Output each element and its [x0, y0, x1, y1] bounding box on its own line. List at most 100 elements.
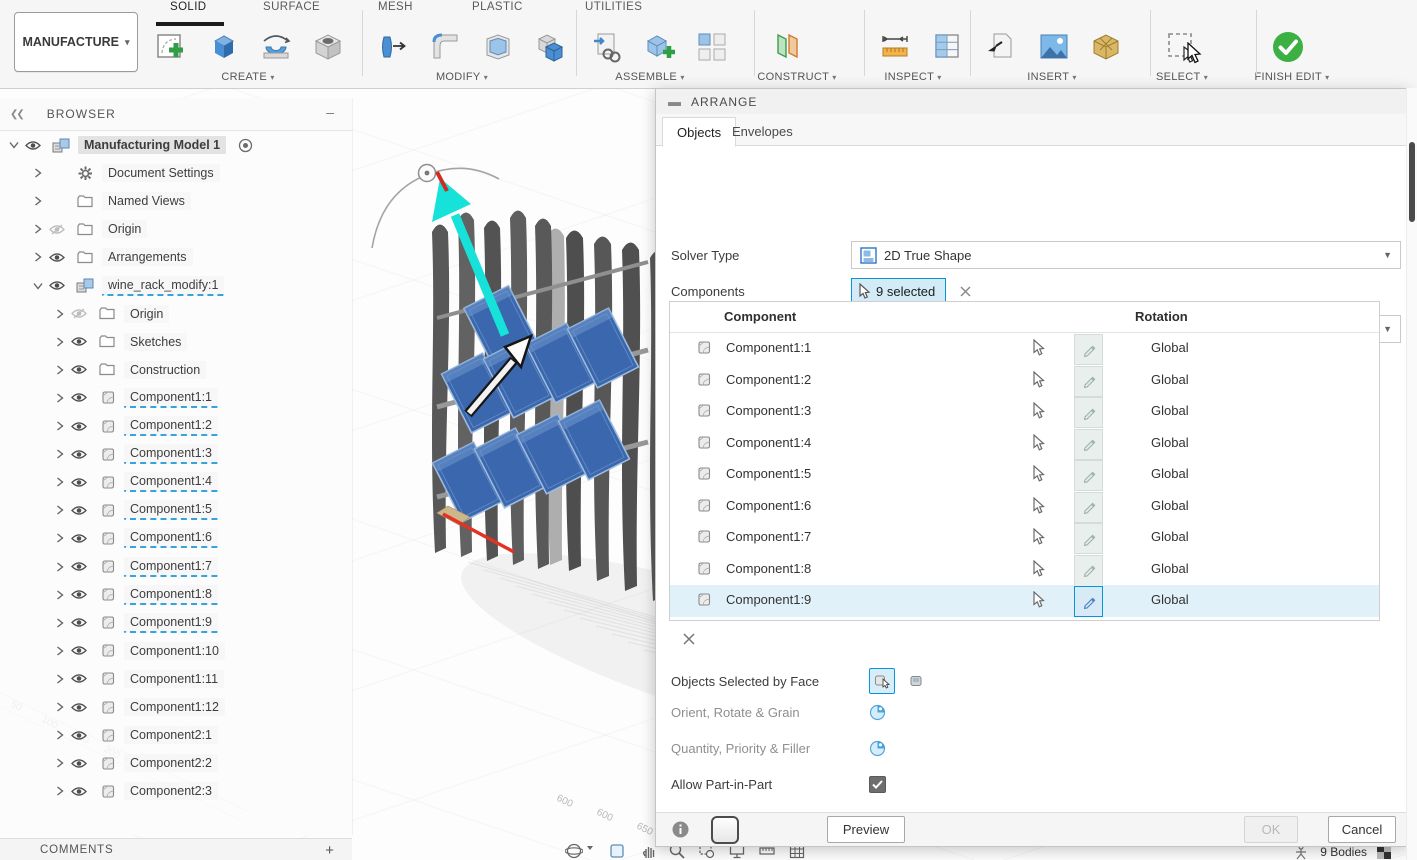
visibility-eye-icon[interactable]	[68, 417, 90, 435]
chevron-right-icon[interactable]	[52, 421, 68, 431]
ribbon-tab-mesh[interactable]: MESH	[378, 1, 413, 19]
edit-rotation-button[interactable]	[1074, 586, 1103, 617]
activate-radio-icon[interactable]	[234, 136, 256, 154]
edit-rotation-button[interactable]	[1074, 428, 1103, 460]
table-row-component1-5[interactable]: Component1:5 Global	[670, 459, 1379, 491]
preview-button[interactable]: Preview	[827, 816, 905, 843]
edit-rotation-button[interactable]	[1074, 397, 1103, 428]
ribbon-tab-solid[interactable]: SOLID	[170, 1, 207, 19]
tree-label[interactable]: Component1:2	[124, 416, 219, 436]
construct-tool-icon[interactable]	[766, 26, 806, 68]
shell-tool-icon[interactable]	[478, 26, 518, 68]
tree-row-origin[interactable]: Origin	[30, 216, 148, 242]
tree-label[interactable]: Component1:12	[124, 698, 225, 716]
tree-row-component1-11[interactable]: Component1:11	[52, 666, 225, 692]
visibility-eye-icon[interactable]	[68, 389, 90, 407]
tree-row-component1-8[interactable]: Component1:8	[52, 582, 219, 608]
visibility-eye-icon[interactable]	[46, 277, 68, 295]
snapshot-button[interactable]	[711, 815, 739, 844]
visibility-eye-icon[interactable]	[68, 333, 90, 351]
orient-sphere-icon[interactable]	[869, 704, 886, 721]
measure-tool-icon[interactable]	[876, 26, 916, 68]
workspace-selector[interactable]: MANUFACTURE ▾	[14, 12, 138, 72]
tree-label[interactable]: Component1:3	[124, 444, 219, 465]
chevron-right-icon[interactable]	[52, 449, 68, 459]
cursor-icon[interactable]	[1032, 496, 1046, 519]
meshins-tool-icon[interactable]	[1086, 26, 1126, 68]
tree-row-component1-1[interactable]: Component1:1	[52, 385, 219, 411]
fillet-tool-icon[interactable]	[426, 26, 466, 68]
table-row-component1-9[interactable]: Component1:9 Global	[670, 585, 1379, 617]
tree-label[interactable]: Component2:3	[124, 782, 219, 801]
tree-label[interactable]: wine_rack_modify:1	[102, 275, 225, 296]
tree-row-component1-2[interactable]: Component1:2	[52, 413, 219, 439]
joint-tool-icon[interactable]	[588, 26, 628, 68]
tree-row-component2-2[interactable]: Component2:2	[52, 750, 219, 776]
visibility-eye-icon[interactable]	[22, 136, 44, 154]
table-row-component1-1[interactable]: Component1:1 Global	[670, 333, 1379, 365]
tree-row-manufacturing-model-1[interactable]: Manufacturing Model 1	[6, 132, 262, 158]
chevron-right-icon[interactable]	[52, 786, 68, 796]
visibility-eye-icon[interactable]	[68, 614, 90, 632]
finish-tool-icon[interactable]	[1268, 26, 1308, 68]
tree-row-origin[interactable]: Origin	[52, 301, 170, 327]
tree-row-construction[interactable]: Construction	[52, 357, 207, 383]
chevron-right-icon[interactable]	[52, 674, 68, 684]
tree-label[interactable]: Origin	[124, 304, 170, 323]
visibility-eye-icon[interactable]	[68, 726, 90, 744]
tree-label[interactable]: Document Settings	[102, 164, 220, 183]
cursor-icon[interactable]	[1032, 527, 1046, 550]
chevron-right-icon[interactable]	[30, 252, 46, 262]
chevron-right-icon[interactable]	[52, 758, 68, 768]
tree-label[interactable]: Component1:5	[124, 500, 219, 521]
chevron-right-icon[interactable]	[52, 365, 68, 375]
tree-label[interactable]: Component1:7	[124, 556, 219, 577]
chevron-right-icon[interactable]	[52, 590, 68, 600]
chevron-right-icon[interactable]	[52, 309, 68, 319]
chevron-right-icon[interactable]	[30, 224, 46, 234]
edit-rotation-button[interactable]	[1074, 334, 1103, 365]
dialog-header[interactable]: ▬ ARRANGE	[656, 89, 1408, 115]
tree-label[interactable]: Component1:11	[124, 669, 225, 688]
tree-row-component1-6[interactable]: Component1:6	[52, 525, 219, 551]
tree-label[interactable]: Manufacturing Model 1	[78, 136, 227, 154]
section-tool-icon[interactable]	[928, 26, 968, 68]
tree-label[interactable]: Component1:9	[124, 612, 219, 633]
group-label-finish-edit[interactable]: FINISH EDIT ▾	[1255, 71, 1330, 83]
scrollbar-thumb[interactable]	[1409, 142, 1415, 222]
cursor-icon[interactable]	[1032, 433, 1046, 456]
visibility-eye-off-icon[interactable]	[68, 305, 90, 323]
tree-row-component1-12[interactable]: Component1:12	[52, 694, 225, 720]
table-row-component1-2[interactable]: Component1:2 Global	[670, 365, 1379, 397]
canvas-tool-icon[interactable]	[1034, 26, 1074, 68]
chevron-right-icon[interactable]	[52, 702, 68, 712]
cursor-icon[interactable]	[1032, 590, 1046, 613]
cancel-button[interactable]: Cancel	[1328, 816, 1396, 843]
ribbon-tab-surface[interactable]: SURFACE	[263, 1, 320, 19]
presspull-tool-icon[interactable]	[374, 26, 414, 68]
table-row-component1-4[interactable]: Component1:4 Global	[670, 428, 1379, 460]
cursor-icon[interactable]	[1032, 464, 1046, 487]
group-label-modify[interactable]: MODIFY ▾	[436, 71, 488, 83]
vertical-scrollbar[interactable]	[1406, 88, 1417, 860]
tree-label[interactable]: Component1:4	[124, 472, 219, 493]
tree-row-component1-5[interactable]: Component1:5	[52, 497, 219, 523]
tree-row-wine-rack-modify-1[interactable]: wine_rack_modify:1	[30, 273, 225, 299]
ribbon-tab-plastic[interactable]: PLASTIC	[472, 1, 523, 19]
chevron-down-icon[interactable]	[30, 282, 46, 290]
tree-label[interactable]: Component1:1	[124, 387, 219, 408]
visibility-eye-icon[interactable]	[46, 248, 68, 266]
chevron-right-icon[interactable]	[30, 168, 46, 178]
cursor-icon[interactable]	[1032, 370, 1046, 393]
chevron-right-icon[interactable]	[52, 646, 68, 656]
extrude-tool-icon[interactable]	[204, 26, 244, 68]
table-row-component1-7[interactable]: Component1:7 Global	[670, 522, 1379, 554]
tree-label[interactable]: Sketches	[124, 332, 188, 351]
tree-row-component2-3[interactable]: Component2:3	[52, 778, 219, 804]
edit-rotation-button[interactable]	[1074, 523, 1103, 554]
chevron-right-icon[interactable]	[52, 533, 68, 543]
chevron-right-icon[interactable]	[52, 561, 68, 572]
visibility-eye-icon[interactable]	[68, 473, 90, 491]
edit-rotation-button[interactable]	[1074, 491, 1103, 523]
clear-selection-icon[interactable]	[960, 285, 971, 297]
